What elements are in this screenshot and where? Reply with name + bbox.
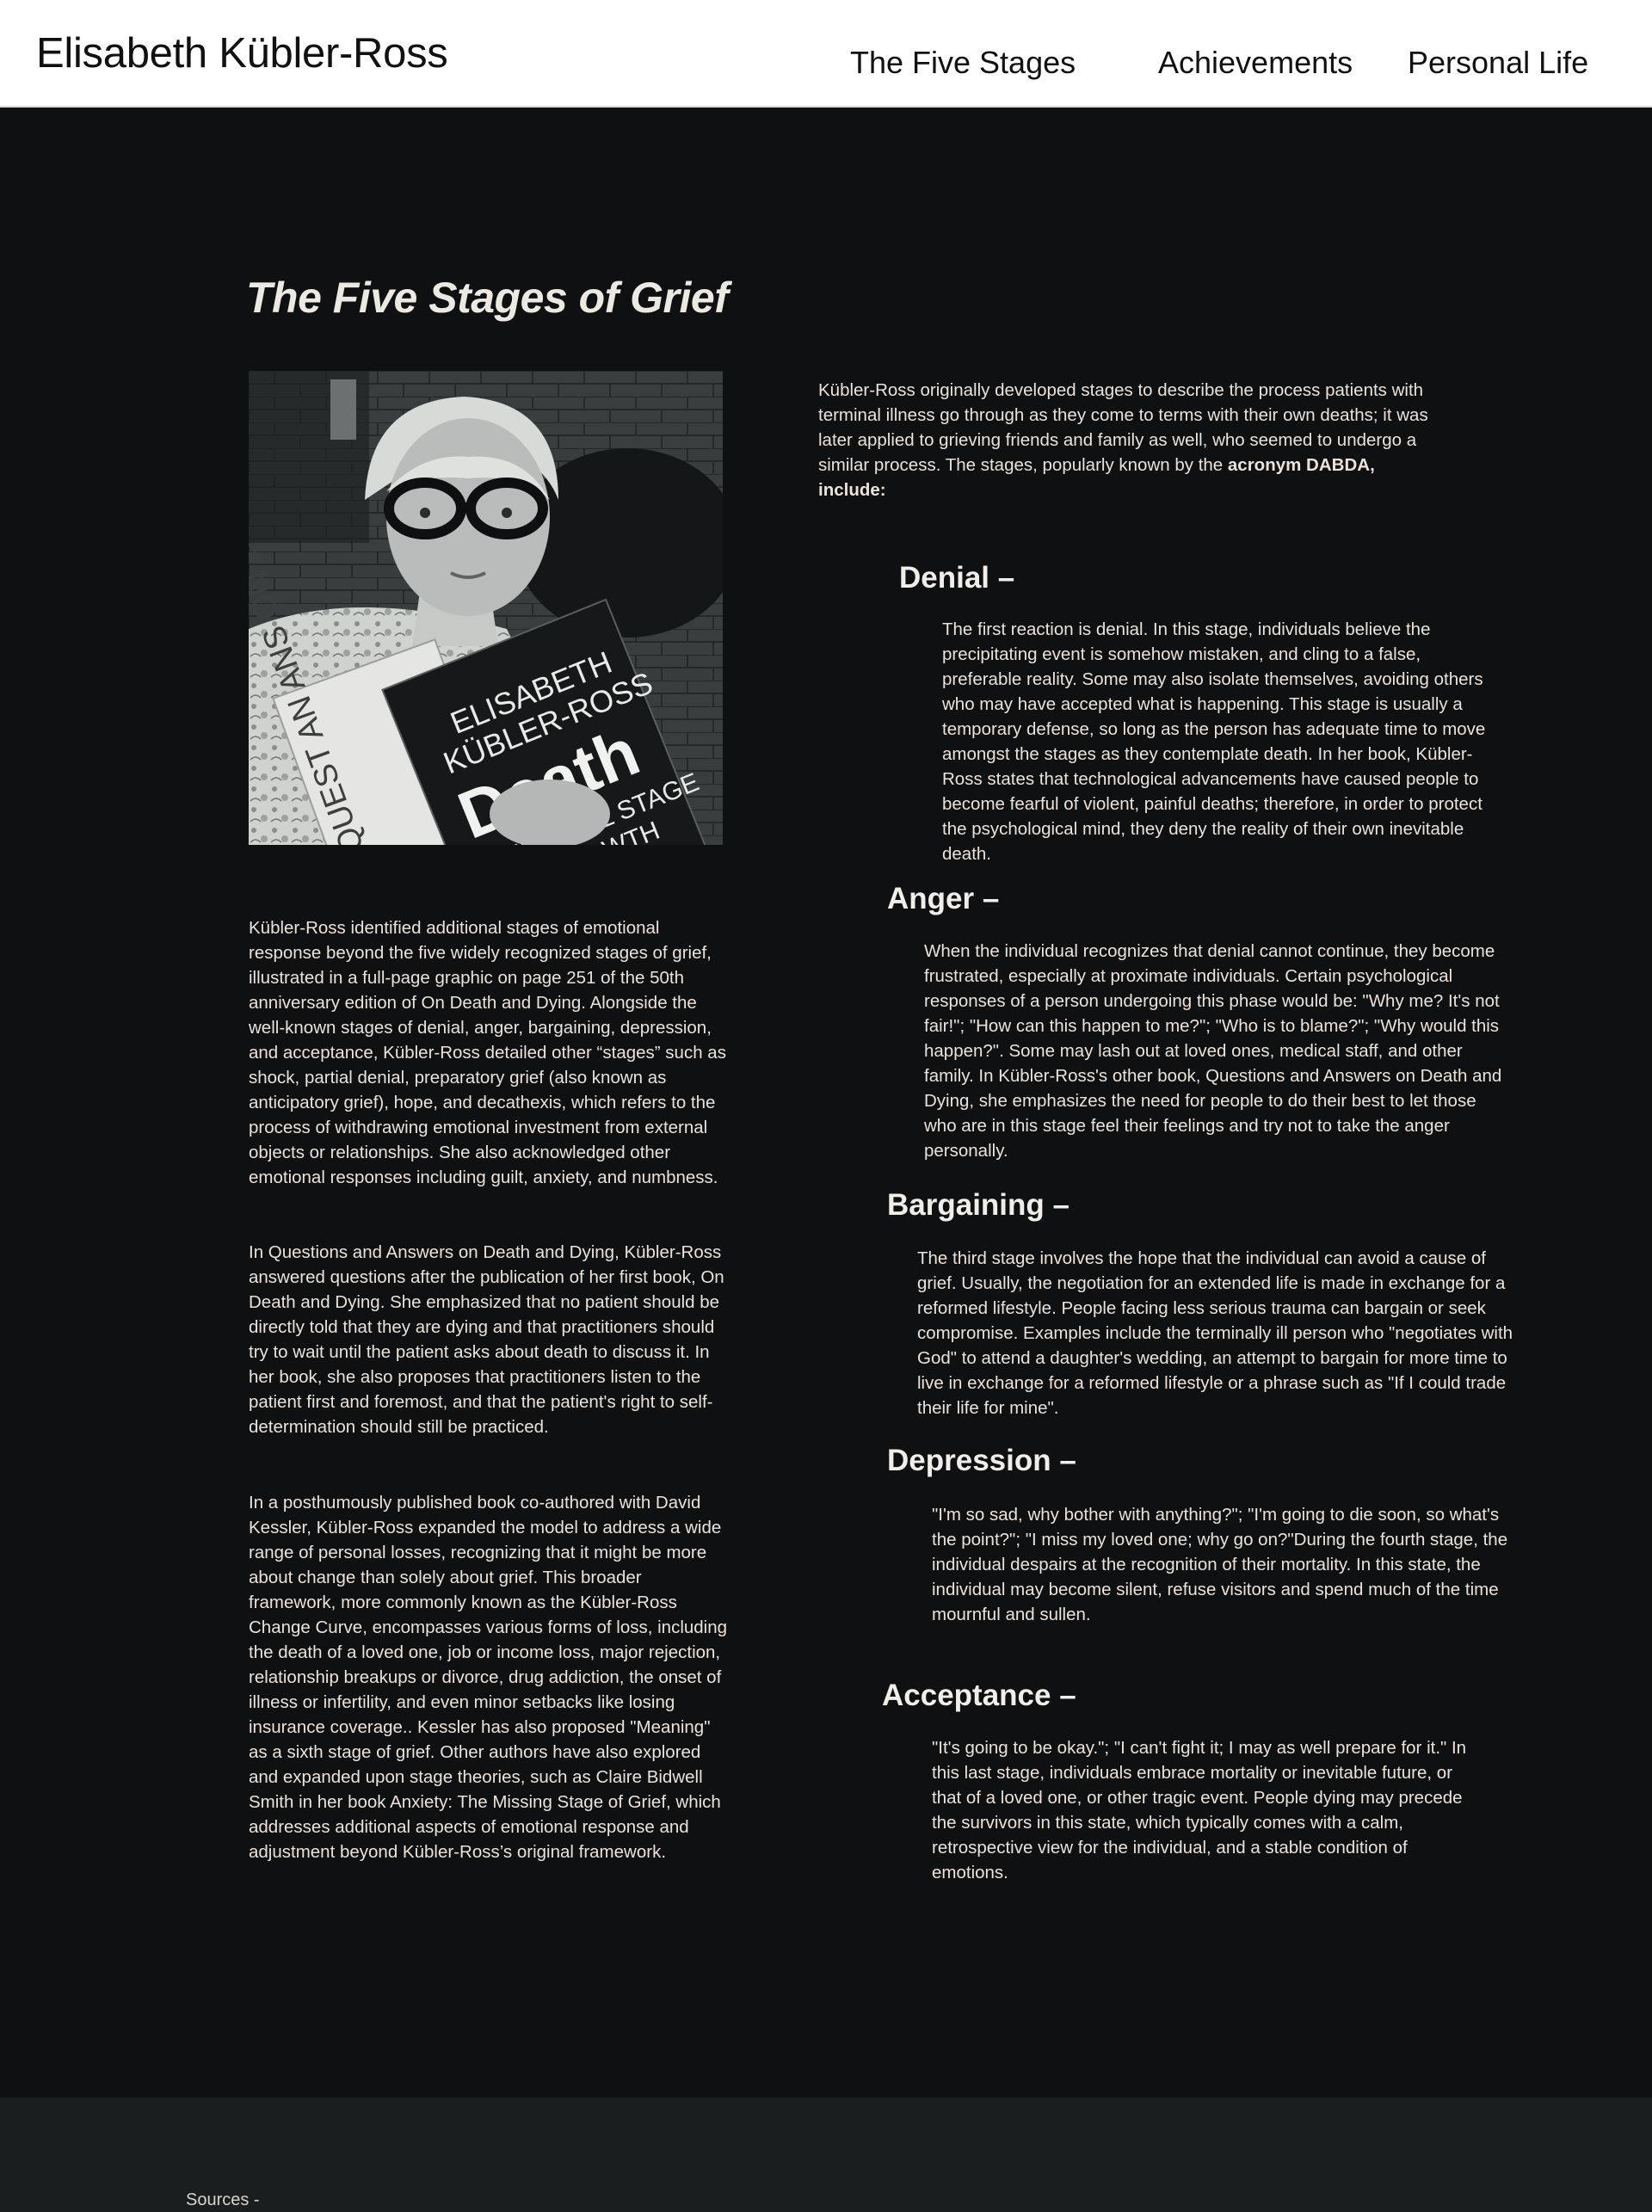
change-curve-paragraph: In a posthumously published book co-auth… xyxy=(249,1493,728,1862)
portrait-image: QUEST AN ANS ON D ELISABETH KÜBLER-ROSS … xyxy=(249,371,723,845)
site-footer: Sources - xyxy=(0,2098,1652,2212)
stage-heading-anger: Anger – xyxy=(887,882,1000,915)
questions-answers-paragraph: In Questions and Answers on Death and Dy… xyxy=(249,1242,724,1437)
stage-heading-acceptance: Acceptance – xyxy=(882,1679,1076,1712)
stage-text-bargaining: The third stage involves the hope that t… xyxy=(917,1248,1513,1418)
stage-heading-bargaining: Bargaining – xyxy=(887,1188,1069,1222)
stage-text-acceptance: "It's going to be okay."; "I can't fight… xyxy=(932,1738,1467,1882)
stage-text-denial: The first reaction is denial. In this st… xyxy=(942,619,1486,864)
portrait-illustration: QUEST AN ANS ON D ELISABETH KÜBLER-ROSS … xyxy=(249,371,723,845)
stage-text-depression: "I'm so sad, why bother with anything?";… xyxy=(932,1505,1508,1624)
additional-stages-paragraph: Kübler-Ross identified additional stages… xyxy=(249,918,726,1187)
nav-link-personal-life[interactable]: Personal Life xyxy=(1408,45,1588,81)
page-title: The Five Stages of Grief xyxy=(246,274,729,322)
stage-heading-denial: Denial – xyxy=(899,561,1015,595)
sources-label: Sources - xyxy=(186,2190,260,2209)
nav-link-achievements[interactable]: Achievements xyxy=(1158,45,1353,81)
stage-heading-depression: Depression – xyxy=(887,1444,1076,1477)
stage-text-anger: When the individual recognizes that deni… xyxy=(924,941,1502,1161)
site-title[interactable]: Elisabeth Kübler-Ross xyxy=(36,29,448,77)
nav-link-five-stages[interactable]: The Five Stages xyxy=(850,45,1076,81)
site-header: Elisabeth Kübler-Ross The Five Stages Ac… xyxy=(0,0,1652,108)
intro-paragraph: Kübler-Ross originally developed stages … xyxy=(818,378,1429,502)
